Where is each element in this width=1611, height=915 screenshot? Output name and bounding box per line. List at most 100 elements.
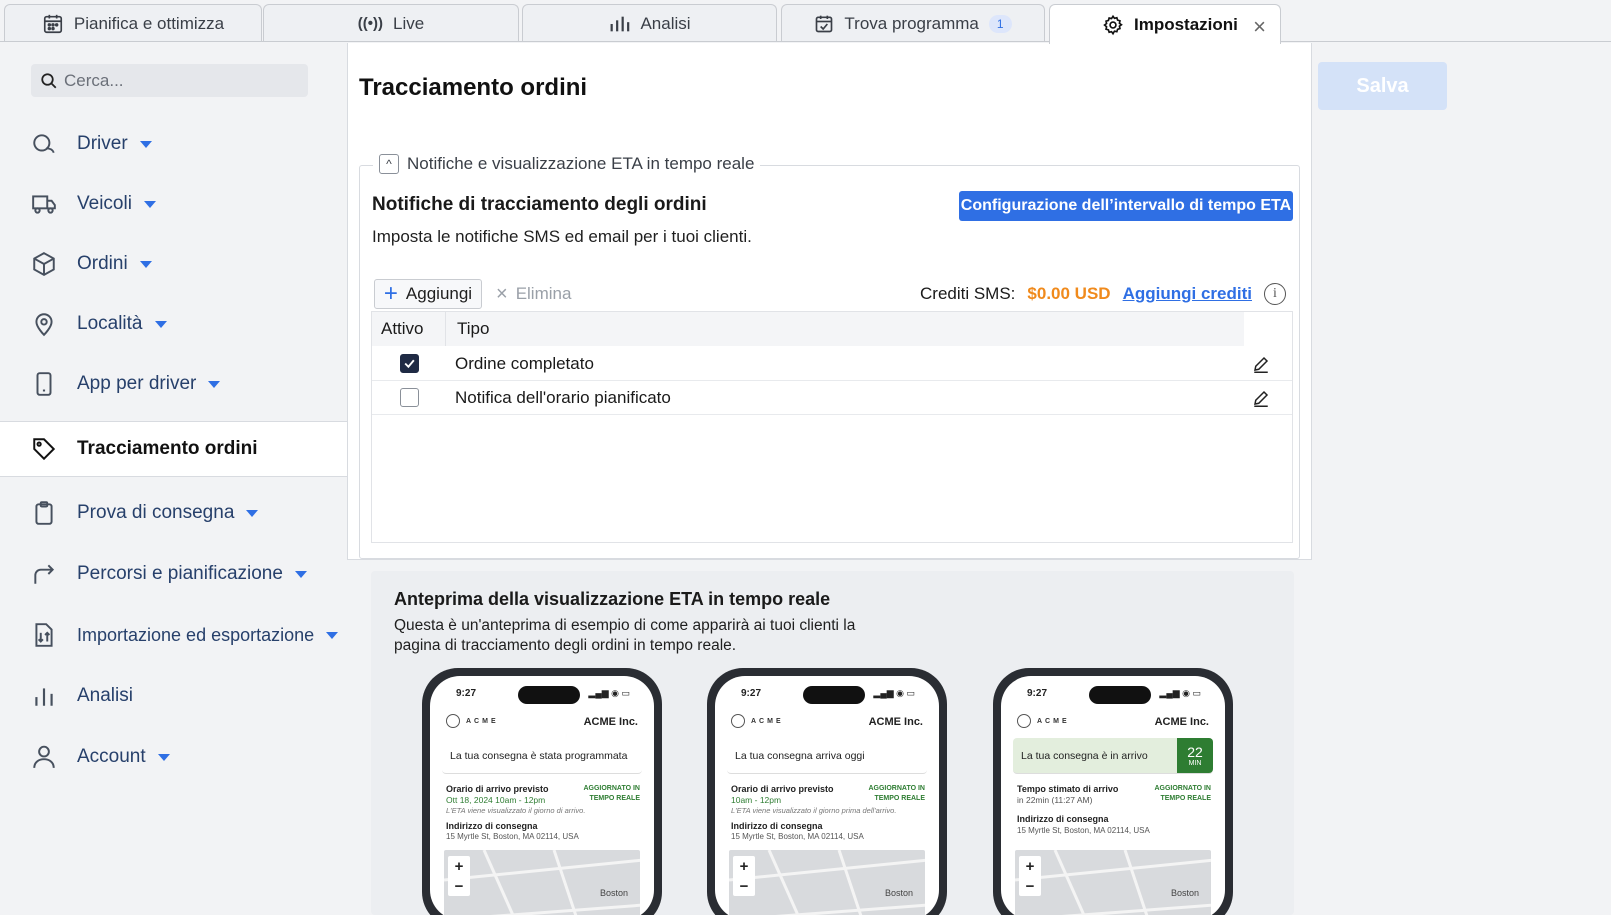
- sidebar-item-ordini[interactable]: Ordini: [0, 236, 347, 292]
- tab-label: Impostazioni: [1134, 14, 1238, 34]
- chevron-down-icon: [208, 380, 221, 388]
- tab-live[interactable]: ((•)) Live: [263, 4, 519, 42]
- sidebar-item-localita[interactable]: Località: [0, 296, 347, 352]
- zoom-in-icon[interactable]: +: [740, 858, 749, 875]
- sidebar-item-analisi[interactable]: Analisi: [0, 668, 347, 724]
- sidebar-item-import-export[interactable]: Importazione ed esportazione: [0, 607, 347, 663]
- tab-label: Live: [393, 13, 425, 33]
- company-logo: ACME: [731, 714, 784, 728]
- arrival-label: Orario di arrivo previsto: [446, 784, 549, 794]
- save-button[interactable]: Salva: [1318, 62, 1447, 110]
- chevron-down-icon: [246, 509, 259, 517]
- delete-button-label: Elimina: [515, 284, 572, 303]
- sidebar-item-label: Driver: [77, 133, 128, 154]
- map-streets: [1015, 850, 1211, 915]
- address-value: 15 Myrtle St, Boston, MA 02114, USA: [731, 832, 864, 841]
- table-row[interactable]: Ordine completato: [372, 347, 1292, 381]
- logo-text: ACME: [1037, 717, 1070, 725]
- phone-screen: 9:27 ▂▄▆ ◉ ▭ ACME ACME Inc. La tua conse…: [430, 676, 654, 915]
- logo-text: ACME: [751, 717, 784, 725]
- zoom-out-icon[interactable]: −: [1026, 878, 1035, 895]
- chevron-down-icon: [157, 753, 170, 761]
- table-row[interactable]: Notifica dell'orario pianificato: [372, 381, 1292, 415]
- active-checkbox[interactable]: [400, 354, 419, 373]
- arrival-value: 10am - 12pm: [731, 795, 782, 805]
- section-legend[interactable]: ^ Notifiche e visualizzazione ETA in tem…: [373, 150, 761, 178]
- sidebar-item-tracciamento-ordini[interactable]: Tracciamento ordini: [0, 421, 347, 477]
- signal-wifi-battery-icon: ▂▄▆ ◉ ▭: [588, 688, 630, 698]
- address-value: 15 Myrtle St, Boston, MA 02114, USA: [1017, 826, 1150, 835]
- column-header-active[interactable]: Attivo: [372, 312, 446, 346]
- map-pin-icon: [35, 313, 53, 337]
- search-input[interactable]: Cerca...: [31, 64, 308, 97]
- phone-time: 9:27: [456, 688, 477, 699]
- close-icon[interactable]: ×: [1253, 14, 1266, 40]
- gear-icon: [1103, 14, 1123, 35]
- map-zoom-control[interactable]: + −: [733, 856, 755, 896]
- bar-chart-icon: [611, 16, 630, 31]
- route-arrow-icon: [34, 564, 55, 584]
- company-name: ACME Inc.: [583, 716, 638, 728]
- sidebar-item-veicoli[interactable]: Veicoli: [0, 176, 347, 232]
- add-credits-link[interactable]: Aggiungi crediti: [1123, 284, 1252, 304]
- sidebar-item-label: Ordini: [77, 253, 128, 274]
- sms-credits: Crediti SMS: $0.00 USD Aggiungi crediti …: [920, 279, 1286, 309]
- map-zoom-control[interactable]: + −: [448, 856, 470, 896]
- tag-icon: [33, 438, 56, 461]
- sidebar-item-prova-consegna[interactable]: Prova di consegna: [0, 485, 347, 541]
- credits-value: $0.00 USD: [1027, 284, 1111, 303]
- sidebar-item-label: Analisi: [77, 685, 133, 706]
- info-icon[interactable]: i: [1263, 283, 1286, 305]
- tab-trova-programma[interactable]: Trova programma 1: [781, 4, 1045, 42]
- phone-notch: [803, 686, 865, 704]
- add-button-label: Aggiungi: [405, 284, 473, 303]
- signal-wifi-battery-icon: ▂▄▆ ◉ ▭: [873, 688, 915, 698]
- sidebar-item-driver[interactable]: Driver: [0, 116, 347, 172]
- add-button[interactable]: + Aggiungi: [374, 279, 482, 309]
- delete-button[interactable]: × Elimina: [496, 279, 571, 309]
- zoom-out-icon[interactable]: −: [740, 878, 749, 895]
- logo-text: ACME: [466, 717, 499, 725]
- company-logo: ACME: [1017, 714, 1070, 728]
- arrival-value: in 22min (11:27 AM): [1017, 795, 1093, 805]
- edit-icon[interactable]: [1252, 389, 1270, 407]
- zoom-in-icon[interactable]: +: [455, 858, 464, 875]
- eta-interval-button[interactable]: Configurazione dell’intervallo di tempo …: [959, 191, 1293, 221]
- sidebar-item-percorsi[interactable]: Percorsi e pianificazione: [0, 546, 347, 602]
- import-export-icon: [35, 623, 53, 647]
- map-city-label: Boston: [1170, 888, 1199, 898]
- map: + − Boston: [444, 850, 640, 915]
- sidebar-item-account[interactable]: Account: [0, 729, 347, 785]
- clipboard-icon: [35, 501, 53, 525]
- map-streets: [729, 850, 925, 915]
- zoom-in-icon[interactable]: +: [1026, 858, 1035, 875]
- phone-notch: [518, 686, 580, 704]
- realtime-badge: AGGIORNATO IN TEMPO REALE: [1154, 785, 1211, 802]
- address-value: 15 Myrtle St, Boston, MA 02114, USA: [446, 832, 579, 841]
- active-checkbox[interactable]: [400, 388, 419, 407]
- arrival-value: Ott 18, 2024 10am - 12pm: [446, 795, 546, 805]
- sidebar-item-label: Tracciamento ordini: [77, 438, 258, 459]
- page-title: Tracciamento ordini: [359, 74, 588, 101]
- tab-label: Pianifica e ottimizza: [73, 13, 225, 33]
- phone-preview-today: 9:27 ▂▄▆ ◉ ▭ ACME ACME Inc. La tua conse…: [707, 668, 947, 915]
- column-header-type[interactable]: Tipo: [446, 319, 489, 339]
- table-header: Attivo Tipo: [372, 312, 1244, 346]
- eta-minutes-unit: MIN: [1188, 760, 1202, 767]
- map-zoom-control[interactable]: + −: [1019, 856, 1041, 896]
- sidebar-item-app-driver[interactable]: App per driver: [0, 356, 347, 412]
- chevron-down-icon: [143, 200, 156, 208]
- tab-analisi[interactable]: Analisi: [522, 4, 777, 42]
- status-card: La tua consegna è in arrivo 22 MIN: [1013, 738, 1213, 774]
- status-text: La tua consegna è in arrivo: [1021, 749, 1148, 762]
- eta-note: L'ETA viene visualizzato il giorno di ar…: [446, 806, 586, 815]
- zoom-out-icon[interactable]: −: [455, 878, 464, 895]
- edit-icon[interactable]: [1252, 355, 1270, 373]
- check-icon: [404, 359, 415, 369]
- tab-impostazioni[interactable]: Impostazioni ×: [1049, 4, 1281, 44]
- address-label: Indirizzo di consegna: [731, 821, 823, 831]
- truck-icon: [32, 195, 56, 214]
- address-label: Indirizzo di consegna: [1017, 814, 1109, 824]
- chevron-up-icon[interactable]: ^: [379, 154, 399, 174]
- tab-pianifica[interactable]: Pianifica e ottimizza: [4, 4, 262, 42]
